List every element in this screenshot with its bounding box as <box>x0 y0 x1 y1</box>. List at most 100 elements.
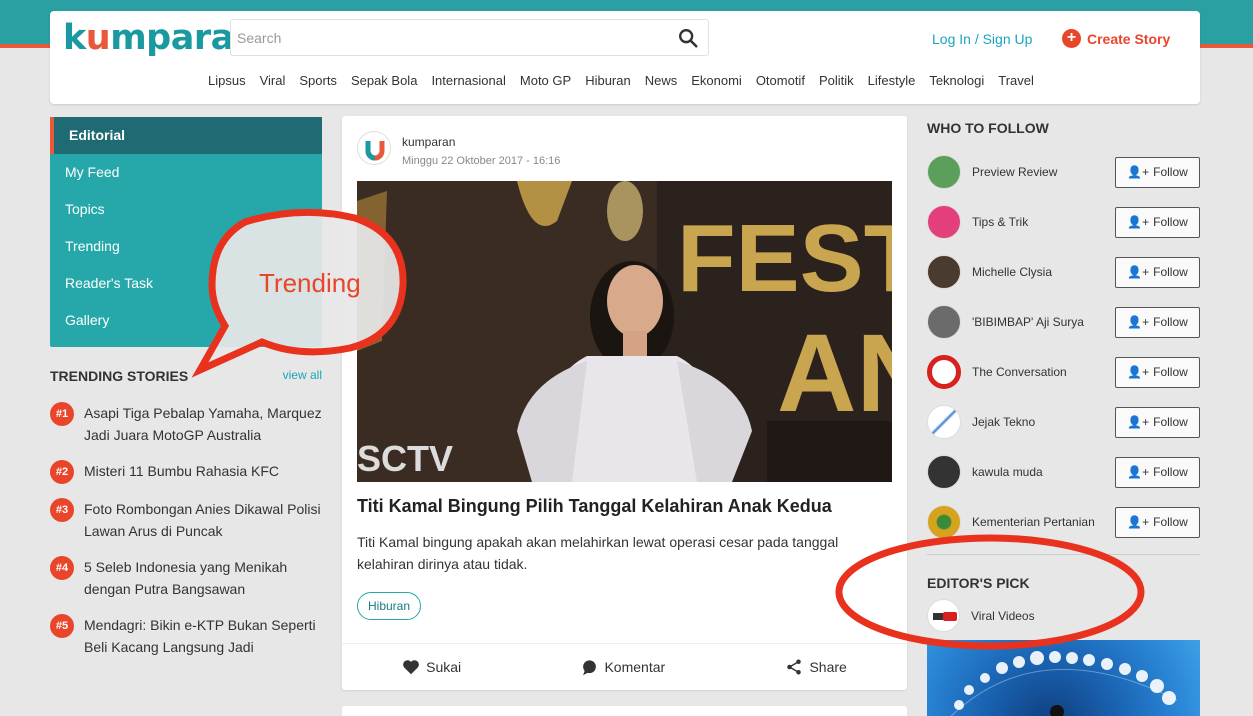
create-story-button[interactable]: + Create Story <box>1062 29 1170 48</box>
view-all-link[interactable]: view all <box>283 368 322 384</box>
post-image[interactable]: FEST AN SCTV <box>357 181 892 482</box>
nav-item-sepak-bola[interactable]: Sepak Bola <box>351 73 418 88</box>
rank-badge: #3 <box>50 498 74 522</box>
nav-item-moto-gp[interactable]: Moto GP <box>520 73 571 88</box>
nav-item-lifestyle[interactable]: Lifestyle <box>868 73 916 88</box>
nav-item-travel[interactable]: Travel <box>998 73 1034 88</box>
avatar[interactable] <box>927 255 961 289</box>
nav-item-sports[interactable]: Sports <box>299 73 337 88</box>
logo-accent: u <box>85 18 111 58</box>
nav-item-internasional[interactable]: Internasional <box>431 73 505 88</box>
avatar[interactable] <box>927 205 961 239</box>
add-user-icon: 👤+ <box>1127 465 1150 479</box>
nav-item-ekonomi[interactable]: Ekonomi <box>691 73 742 88</box>
search-icon[interactable] <box>677 27 699 49</box>
trending-item[interactable]: #4 5 Seleb Indonesia yang Menikah dengan… <box>50 556 322 600</box>
add-user-icon: 👤+ <box>1127 215 1150 229</box>
kumparan-u-icon <box>365 141 385 161</box>
avatar[interactable] <box>927 599 960 632</box>
follow-label: Follow <box>1153 365 1188 379</box>
like-button[interactable]: Sukai <box>402 659 461 675</box>
rank-badge: #2 <box>50 460 74 484</box>
trending-item-title[interactable]: Mendagri: Bikin e-KTP Bukan Seperti Beli… <box>84 614 322 658</box>
post-photo: FEST AN SCTV <box>357 181 892 482</box>
sidebar-item-my-feed[interactable]: My Feed <box>50 154 322 191</box>
add-user-icon: 👤+ <box>1127 315 1150 329</box>
sidebar-item-editorial[interactable]: Editorial <box>50 117 322 154</box>
editors-pick-item[interactable]: Viral Videos <box>927 599 1035 632</box>
nav-item-otomotif[interactable]: Otomotif <box>756 73 805 88</box>
follow-button[interactable]: 👤+ Follow <box>1115 156 1200 188</box>
follow-label: Follow <box>1153 315 1188 329</box>
post-actions: Sukai Komentar Share <box>342 643 907 690</box>
follow-button[interactable]: 👤+ Follow <box>1115 506 1200 538</box>
rank-badge: #5 <box>50 614 74 638</box>
add-user-icon: 👤+ <box>1127 365 1150 379</box>
follow-button[interactable]: 👤+ Follow <box>1115 356 1200 388</box>
trending-item-title[interactable]: Asapi Tiga Pebalap Yamaha, Marquez Jadi … <box>84 402 322 446</box>
next-post-card <box>342 706 907 716</box>
account-name[interactable]: 'BIBIMBAP' Aji Surya <box>972 315 1115 329</box>
share-button[interactable]: Share <box>785 658 847 676</box>
trending-item-title[interactable]: Misteri 11 Bumbu Rahasia KFC <box>84 460 279 484</box>
sidebar-menu: Editorial My Feed Topics Trending Reader… <box>50 117 322 347</box>
account-name[interactable]: Kementerian Pertanian <box>972 515 1115 529</box>
add-user-icon: 👤+ <box>1127 265 1150 279</box>
logo[interactable]: kumparan <box>63 18 259 58</box>
trending-item[interactable]: #3 Foto Rombongan Anies Dikawal Polisi L… <box>50 498 322 542</box>
avatar[interactable] <box>927 305 961 339</box>
trending-item[interactable]: #5 Mendagri: Bikin e-KTP Bukan Seperti B… <box>50 614 322 658</box>
nav-item-viral[interactable]: Viral <box>260 73 286 88</box>
follow-button[interactable]: 👤+ Follow <box>1115 406 1200 438</box>
post-title[interactable]: Titi Kamal Bingung Pilih Tanggal Kelahir… <box>357 496 832 517</box>
sidebar-item-trending[interactable]: Trending <box>50 228 322 265</box>
nav-item-teknologi[interactable]: Teknologi <box>929 73 984 88</box>
editors-pick-name[interactable]: Viral Videos <box>971 609 1035 623</box>
follow-label: Follow <box>1153 165 1188 179</box>
fest-text: FEST <box>677 205 892 312</box>
follow-label: Follow <box>1153 415 1188 429</box>
follow-row: Preview Review 👤+ Follow <box>927 154 1200 190</box>
author-name[interactable]: kumparan <box>402 135 455 149</box>
follow-label: Follow <box>1153 515 1188 529</box>
account-name[interactable]: Tips & Trik <box>972 215 1115 229</box>
follow-row: kawula muda 👤+ Follow <box>927 454 1200 490</box>
avatar[interactable] <box>927 455 961 489</box>
follow-button[interactable]: 👤+ Follow <box>1115 206 1200 238</box>
login-link[interactable]: Log In / Sign Up <box>932 31 1032 47</box>
avatar[interactable] <box>927 155 961 189</box>
category-nav: Lipsus Viral Sports Sepak Bola Internasi… <box>208 73 1048 88</box>
editors-pick-title: EDITOR'S PICK <box>927 575 1030 591</box>
follow-button[interactable]: 👤+ Follow <box>1115 456 1200 488</box>
follow-button[interactable]: 👤+ Follow <box>1115 256 1200 288</box>
nav-item-lipsus[interactable]: Lipsus <box>208 73 246 88</box>
trending-item-title[interactable]: Foto Rombongan Anies Dikawal Polisi Lawa… <box>84 498 322 542</box>
avatar[interactable] <box>927 505 961 539</box>
annotation-label: Trending <box>259 268 361 298</box>
nav-item-politik[interactable]: Politik <box>819 73 854 88</box>
follow-button[interactable]: 👤+ Follow <box>1115 306 1200 338</box>
account-name[interactable]: Michelle Clysia <box>972 265 1115 279</box>
account-name[interactable]: kawula muda <box>972 465 1115 479</box>
editors-pick-banner[interactable] <box>927 640 1200 716</box>
comment-icon <box>583 659 597 675</box>
sidebar-item-gallery[interactable]: Gallery <box>50 302 322 339</box>
nav-item-hiburan[interactable]: Hiburan <box>585 73 631 88</box>
comment-label: Komentar <box>604 659 666 675</box>
search-input[interactable] <box>237 26 657 50</box>
trending-item[interactable]: #2 Misteri 11 Bumbu Rahasia KFC <box>50 460 322 484</box>
author-avatar[interactable] <box>357 131 391 165</box>
trending-item-title[interactable]: 5 Seleb Indonesia yang Menikah dengan Pu… <box>84 556 322 600</box>
account-name[interactable]: The Conversation <box>972 365 1115 379</box>
account-name[interactable]: Jejak Tekno <box>972 415 1115 429</box>
sidebar-item-topics[interactable]: Topics <box>50 191 322 228</box>
follow-row: Michelle Clysia 👤+ Follow <box>927 254 1200 290</box>
avatar[interactable] <box>927 405 961 439</box>
comment-button[interactable]: Komentar <box>581 659 665 676</box>
nav-item-news[interactable]: News <box>645 73 678 88</box>
avatar[interactable] <box>927 355 961 389</box>
account-name[interactable]: Preview Review <box>972 165 1115 179</box>
trending-item[interactable]: #1 Asapi Tiga Pebalap Yamaha, Marquez Ja… <box>50 402 322 446</box>
follow-row: 'BIBIMBAP' Aji Surya 👤+ Follow <box>927 304 1200 340</box>
tag-hiburan[interactable]: Hiburan <box>357 592 422 620</box>
